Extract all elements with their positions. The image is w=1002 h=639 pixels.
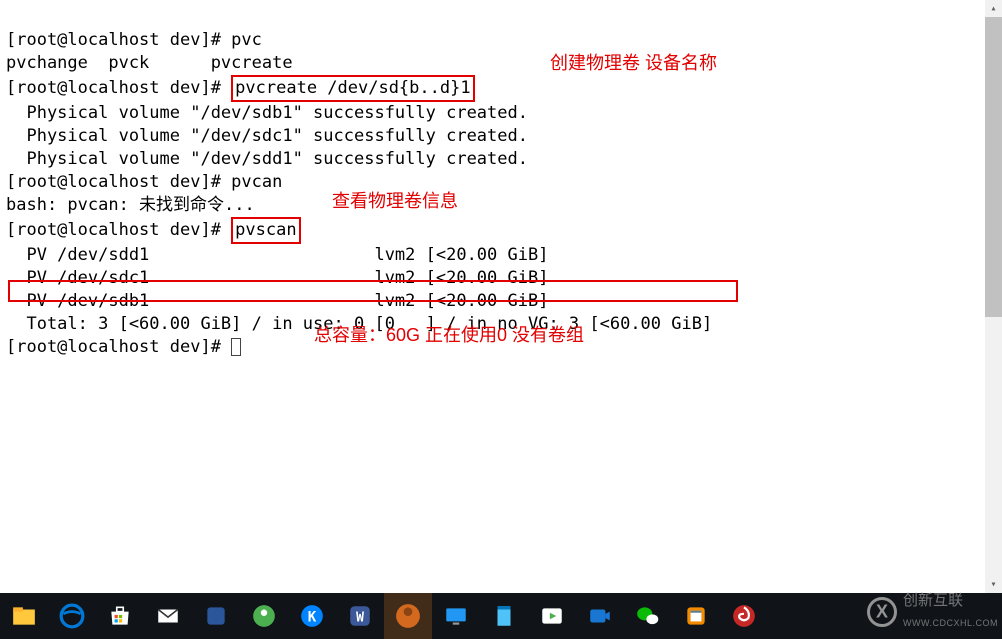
svg-text:K: K: [308, 609, 317, 625]
video-player-icon[interactable]: [528, 593, 576, 639]
terminal-output[interactable]: [root@localhost dev]# pvc pvchange pvck …: [0, 0, 1002, 359]
terminal-line: [root@localhost dev]#: [6, 337, 241, 357]
notes-icon[interactable]: [480, 593, 528, 639]
file-explorer-icon[interactable]: [0, 593, 48, 639]
monitor-icon[interactable]: [432, 593, 480, 639]
watermark-logo-icon: [867, 597, 897, 627]
terminal-line: [root@localhost dev]# pvcan: [6, 172, 282, 192]
watermark-url: WWW.CDCXHL.COM: [903, 612, 998, 635]
wps-icon[interactable]: W: [336, 593, 384, 639]
highlighted-command-pvscan: pvscan: [231, 217, 300, 244]
terminal-line: Physical volume "/dev/sdd1" successfully…: [6, 149, 528, 169]
watermark: 创新互联 WWW.CDCXHL.COM: [867, 589, 998, 635]
terminal-line: PV /dev/sdb1 lvm2 [<20.00 GiB]: [6, 291, 548, 311]
annotation-view-pv: 查看物理卷信息: [332, 190, 458, 213]
annotation-create-pv: 创建物理卷 设备名称: [550, 52, 717, 75]
mail-icon[interactable]: [144, 593, 192, 639]
scrollbar[interactable]: ▴ ▾: [985, 0, 1002, 593]
prompt: [root@localhost dev]#: [6, 78, 231, 98]
taskbar: K W: [0, 593, 1002, 639]
watermark-title: 创新互联: [903, 589, 998, 612]
terminal-line: [root@localhost dev]# pvcreate /dev/sd{b…: [6, 78, 475, 98]
scroll-up-button[interactable]: ▴: [985, 0, 1002, 17]
terminal-line: [root@localhost dev]# pvc: [6, 30, 262, 50]
store-icon[interactable]: [96, 593, 144, 639]
scroll-thumb[interactable]: [985, 17, 1002, 317]
vmware-icon[interactable]: [672, 593, 720, 639]
app-blue-square-icon[interactable]: [192, 593, 240, 639]
prompt: [root@localhost dev]#: [6, 220, 231, 240]
terminal-line: Physical volume "/dev/sdc1" successfully…: [6, 126, 528, 146]
edge-browser-icon[interactable]: [48, 593, 96, 639]
highlighted-command-pvcreate: pvcreate /dev/sd{b..d}1: [231, 75, 474, 102]
terminal-line: [root@localhost dev]# pvscan: [6, 220, 301, 240]
game-icon[interactable]: [384, 593, 432, 639]
terminal-line: PV /dev/sdd1 lvm2 [<20.00 GiB]: [6, 245, 548, 265]
svg-text:W: W: [356, 610, 364, 625]
terminal-line: PV /dev/sdc1 lvm2 [<20.00 GiB]: [6, 268, 548, 288]
spiral-icon[interactable]: [720, 593, 768, 639]
cursor: [231, 338, 241, 356]
kugou-music-icon[interactable]: K: [288, 593, 336, 639]
wechat-icon[interactable]: [624, 593, 672, 639]
screen-record-icon[interactable]: [576, 593, 624, 639]
terminal-line: pvchange pvck pvcreate: [6, 53, 293, 73]
annotation-total: 总容量：60G 正在使用0 没有卷组: [314, 324, 584, 347]
terminal-line: bash: pvcan: 未找到命令...: [6, 195, 255, 215]
app-green-icon[interactable]: [240, 593, 288, 639]
terminal-line: Physical volume "/dev/sdb1" successfully…: [6, 103, 528, 123]
